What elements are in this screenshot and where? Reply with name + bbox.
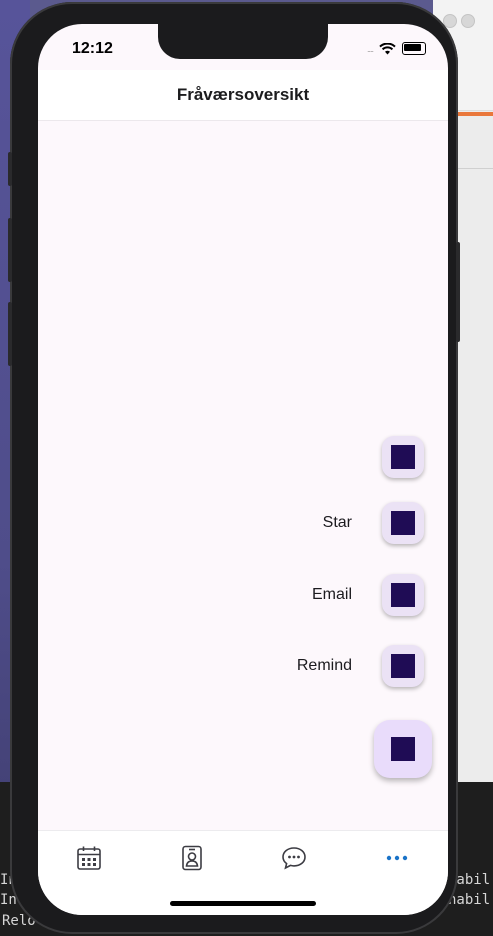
star-button[interactable] [382,502,424,544]
mute-switch [8,152,12,186]
contact-card-icon [181,845,202,871]
square-icon [391,654,415,678]
battery-icon [402,42,426,55]
chat-bubble-icon [282,847,307,870]
wifi-icon [379,42,396,54]
volume-up-button [8,218,12,282]
remind-button[interactable] [382,645,424,687]
more-dots-icon [386,855,407,861]
tab-more[interactable] [346,831,449,915]
home-indicator [170,901,316,906]
square-icon [391,583,415,607]
square-icon [391,737,415,761]
speed-dial-action-email[interactable]: Email [312,574,424,616]
square-icon [391,445,415,469]
tab-calendar[interactable] [38,831,141,915]
star-label[interactable]: Star [323,514,352,532]
calendar-icon [77,846,102,870]
remind-label[interactable]: Remind [297,657,352,675]
square-icon [391,511,415,535]
email-label[interactable]: Email [312,586,352,604]
page-title: Fråværsoversikt [176,85,310,104]
cellular-signal-icon: .... [366,43,374,54]
notch [158,24,328,59]
main-fab-button[interactable] [374,720,432,778]
speed-dial-action-remind[interactable]: Remind [297,645,424,687]
terminal-line: habil [448,892,491,908]
status-icons: .... [367,42,426,55]
status-time: 12:12 [72,40,113,57]
speed-dial-button[interactable] [382,436,424,478]
speed-dial-action-star[interactable]: Star [323,502,424,544]
speed-dial-action[interactable] [382,436,424,478]
power-button [456,242,460,342]
window-button [461,14,475,28]
email-button[interactable] [382,574,424,616]
nav-header: Fråværsoversikt [38,70,448,121]
volume-down-button [8,302,12,366]
app-screen: 12:12 .... Fråværsoversikt Star Email Re… [38,24,448,915]
phone-frame: 12:12 .... Fråværsoversikt Star Email Re… [8,2,460,934]
